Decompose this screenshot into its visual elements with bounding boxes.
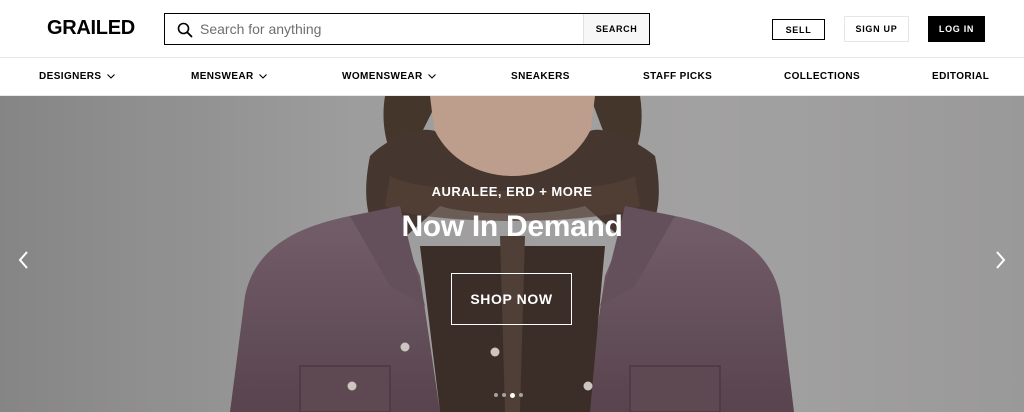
hero-headline: Now In Demand [401,210,623,243]
carousel-dot[interactable] [519,393,523,397]
search-button[interactable]: SEARCH [583,14,649,44]
chevron-down-icon [258,74,267,79]
nav-item-collections[interactable]: COLLECTIONS [784,58,860,95]
nav-item-label: STAFF PICKS [643,71,713,82]
log-in-button[interactable]: LOG IN [928,16,985,42]
sell-button[interactable]: SELL [772,19,825,40]
nav-item-label: WOMENSWEAR [342,71,423,82]
nav-item-label: SNEAKERS [511,71,570,82]
search-icon [177,22,193,38]
search-input[interactable] [200,14,580,44]
nav-item-menswear[interactable]: MENSWEAR [191,58,267,95]
hero-image[interactable] [0,96,1024,412]
carousel-dots [494,392,523,399]
shop-now-button[interactable]: SHOP NOW [451,273,572,325]
nav-item-label: COLLECTIONS [784,71,861,82]
carousel-dot[interactable] [502,393,506,397]
nav-item-editorial[interactable]: EDITORIAL [932,58,989,95]
hero-carousel: AURALEE, ERD + MORE Now In Demand SHOP N… [0,96,1024,412]
sign-up-button[interactable]: SIGN UP [844,16,909,42]
nav-item-label: EDITORIAL [932,71,990,82]
carousel-dot[interactable] [494,393,498,397]
nav-item-designers[interactable]: DESIGNERS [39,58,115,95]
nav-item-sneakers[interactable]: SNEAKERS [511,58,570,95]
chevron-down-icon [427,74,436,79]
site-header: GRAILED SEARCH SELL SIGN UP LOG IN [0,0,1024,57]
nav-item-staff-picks[interactable]: STAFF PICKS [643,58,712,95]
carousel-dot[interactable] [510,392,515,398]
hero-kicker: AURALEE, ERD + MORE [431,184,593,199]
grailed-logo[interactable]: GRAILED [47,17,135,40]
nav-item-label: DESIGNERS [39,71,102,82]
search-bar: SEARCH [164,13,650,45]
nav-item-womenswear[interactable]: WOMENSWEAR [342,58,436,95]
chevron-right-icon[interactable] [990,248,1010,272]
main-nav: DESIGNERS MENSWEAR WOMENSWEAR SNEAKERS S… [0,57,1024,96]
chevron-down-icon [106,74,115,79]
chevron-left-icon[interactable] [14,248,34,272]
nav-item-label: MENSWEAR [191,71,254,82]
